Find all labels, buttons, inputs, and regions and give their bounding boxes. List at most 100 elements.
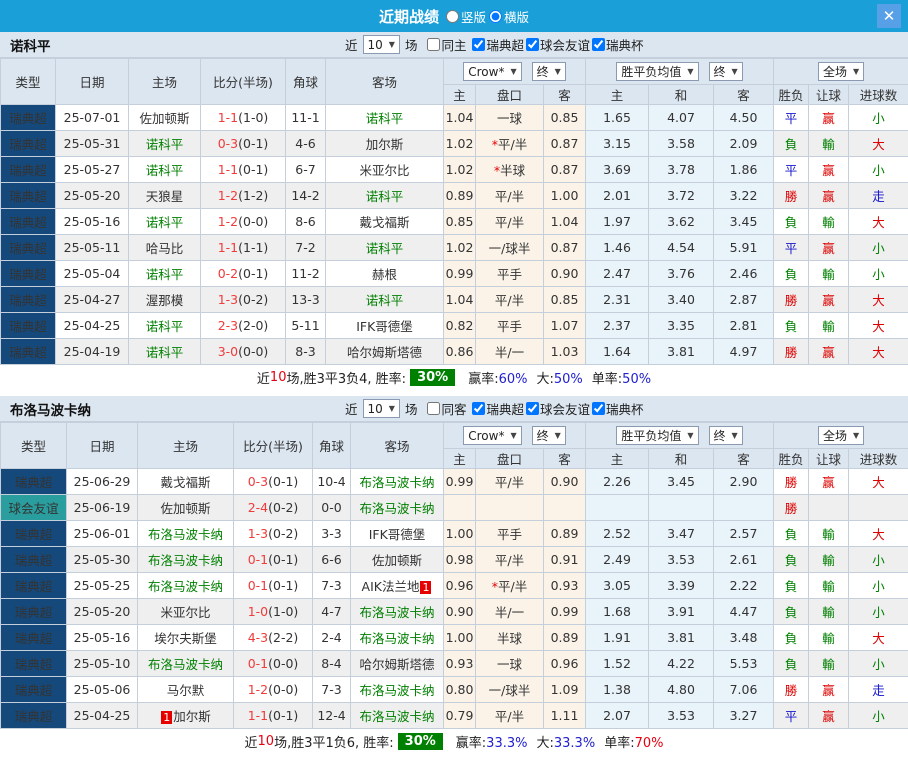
away-team-cell: 诺科平 [325, 234, 444, 261]
score-cell: 1-2(0-0) [233, 676, 313, 703]
full-match-select[interactable]: 全场 ▼ [817, 62, 865, 81]
result-goals-cell: 小 [848, 702, 908, 729]
league-type-cell: 瑞典超 [0, 546, 67, 573]
asia-away-odds-cell: 0.99 [542, 598, 587, 625]
games-label: 场 [404, 402, 418, 417]
win-rate-badge: 30% [397, 733, 443, 750]
match-row: 瑞典超 25-05-27 诺科平 1-1(0-1) 6-7 米亚尔比 1.02 *半球 0.87… [0, 156, 908, 183]
half-score: (0-2) [238, 292, 269, 307]
full-score: 1-1 [247, 708, 269, 723]
friendly-checkbox[interactable] [526, 38, 539, 51]
same-venue-checkbox[interactable] [427, 402, 441, 415]
vertical-radio[interactable] [445, 9, 459, 23]
handicap-cell: *半球 [475, 156, 544, 183]
bookmaker-select[interactable]: Crow* ▼ [463, 426, 522, 446]
final-odds-select-europe[interactable]: 终 ▼ [708, 426, 743, 445]
wdl-average-select[interactable]: 胜平负均值 ▼ [616, 426, 699, 445]
final-odds-select-asia[interactable]: 终 ▼ [531, 425, 566, 445]
away-team-cell: 佐加顿斯 [350, 546, 444, 573]
score-cell: 1-1(0-1) [233, 702, 313, 729]
recent-label: 近 [345, 402, 358, 417]
europe-draw-odds-cell: 3.35 [648, 312, 715, 339]
home-team-name: 诺科平 [145, 137, 184, 152]
col-corner: 角球 [285, 58, 326, 105]
handicap-cell: 平/半 [475, 182, 544, 209]
europe-draw-odds-cell: 3.91 [648, 598, 715, 625]
europe-home-odds-cell: 3.05 [585, 572, 650, 599]
same-venue-checkbox[interactable] [427, 38, 441, 51]
match-row: 瑞典超 25-05-20 天狼星 1-2(1-2) 14-2 诺科平 0.89 平/半 1.00… [0, 182, 908, 209]
matches-table-away: 类型 日期 主场 比分(半场) 角球 客场 Crow* ▼ 终 ▼ 胜平负均值 ▼ 终… [0, 422, 908, 729]
home-team-cell: 布洛马波卡纳 [137, 520, 234, 547]
away-team-name: 佐加顿斯 [371, 553, 422, 568]
europe-away-odds-cell: 4.47 [713, 598, 775, 625]
close-button[interactable]: ✕ [877, 4, 901, 28]
section-header-home-team: 诺科平 近 10 ▼ 场 同主 瑞典超 球会友谊 瑞典杯 [0, 32, 908, 58]
away-team-cell: 布洛马波卡纳 [350, 702, 444, 729]
league-filter-allsvenskan[interactable]: 瑞典超 [472, 35, 524, 54]
home-team-name: 诺科平 [145, 319, 184, 334]
bookmaker-select[interactable]: Crow* ▼ [463, 62, 522, 82]
half-score: (2-2) [268, 630, 299, 645]
corner-cell: 8-6 [285, 208, 326, 235]
corner-cell: 13-3 [285, 286, 326, 313]
final-odds-select-europe[interactable]: 终 ▼ [708, 62, 743, 81]
league-filter-cup[interactable]: 瑞典杯 [592, 399, 644, 418]
europe-away-odds-cell: 2.61 [713, 546, 775, 573]
league-type-cell: 瑞典超 [0, 520, 67, 547]
league-filter-cup[interactable]: 瑞典杯 [592, 35, 644, 54]
corner-cell: 12-4 [312, 702, 351, 729]
recent-count-select[interactable]: 10 ▼ [362, 35, 400, 54]
corner-cell: 11-2 [285, 260, 326, 287]
europe-draw-odds-cell: 3.53 [648, 546, 715, 573]
wdl-average-select[interactable]: 胜平负均值 ▼ [616, 62, 699, 81]
allsvenskan-checkbox[interactable] [472, 38, 486, 51]
allsvenskan-checkbox[interactable] [472, 402, 486, 415]
europe-away-odds-cell: 2.57 [713, 520, 775, 547]
europe-draw-odds-cell: 3.39 [648, 572, 715, 599]
away-team-cell: AIK法兰地 1 [350, 572, 444, 599]
europe-draw-odds-cell: 3.62 [648, 208, 715, 235]
match-row: 瑞典超 25-04-25 诺科平 2-3(2-0) 5-11 IFK哥德堡 0.82 平手 1.… [0, 312, 908, 339]
away-team-name: 加尔斯 [365, 137, 404, 152]
final-odds-select-asia[interactable]: 终 ▼ [531, 61, 566, 81]
away-team-cell: 加尔斯 [325, 130, 444, 157]
chevron-down-icon: ▼ [852, 431, 860, 440]
corner-cell: 14-2 [285, 182, 326, 209]
result-wdl-cell: 勝 [773, 286, 810, 313]
league-filter-friendly[interactable]: 球会友谊 [526, 35, 590, 54]
away-team-name: IFK哥德堡 [356, 319, 413, 334]
recent-count-select[interactable]: 10 ▼ [362, 399, 400, 418]
col-away: 客场 [350, 422, 444, 469]
europe-home-odds-cell: 2.31 [585, 286, 650, 313]
horizontal-layout-option[interactable]: 横版 [489, 7, 529, 26]
half-score: (2-0) [238, 318, 269, 333]
europe-odds-group: 胜平负均值 ▼ 终 ▼ [585, 58, 775, 85]
handicap-cell: 平/半 [475, 702, 544, 729]
same-venue-option[interactable]: 同主 [427, 35, 466, 54]
away-team-cell: 布洛马波卡纳 [350, 624, 444, 651]
corner-cell: 7-2 [285, 234, 326, 261]
subcol-eu-home: 主 [585, 448, 650, 469]
half-score: (1-1) [238, 240, 269, 255]
asia-away-odds-cell: 0.93 [542, 572, 587, 599]
europe-away-odds-cell: 3.22 [713, 182, 775, 209]
full-match-select[interactable]: 全场 ▼ [817, 426, 865, 445]
result-handicap-cell: 輸 [808, 546, 850, 573]
league-filter-allsvenskan[interactable]: 瑞典超 [472, 399, 524, 418]
europe-away-odds-cell: 7.06 [713, 676, 775, 703]
cup-checkbox[interactable] [592, 402, 606, 415]
score-cell: 2-3(2-0) [200, 312, 286, 339]
horizontal-radio[interactable] [489, 9, 502, 23]
cup-checkbox[interactable] [592, 38, 606, 51]
win-rate-badge: 30% [410, 369, 456, 386]
same-venue-option[interactable]: 同客 [427, 399, 466, 418]
asia-away-odds-cell: 1.11 [542, 702, 587, 729]
league-filter-friendly[interactable]: 球会友谊 [526, 399, 590, 418]
asia-away-odds-cell: 0.90 [542, 468, 587, 495]
result-handicap-cell [808, 494, 850, 521]
home-team-cell: 佐加顿斯 [128, 104, 201, 131]
chevron-down-icon: ▼ [388, 40, 395, 49]
vertical-layout-option[interactable]: 竖版 [445, 7, 486, 26]
friendly-checkbox[interactable] [526, 402, 539, 415]
